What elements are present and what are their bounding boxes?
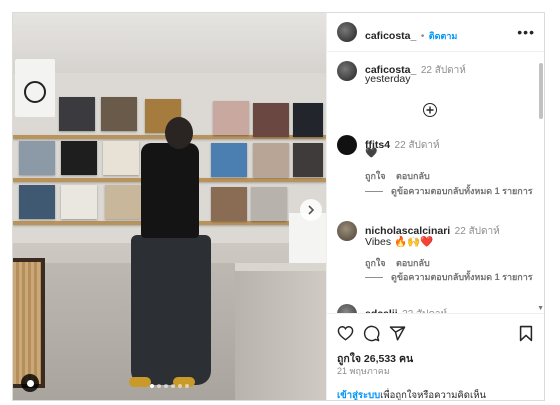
header-separator: • [420, 31, 425, 42]
next-photo-button[interactable] [300, 199, 322, 221]
comment-like-link[interactable]: ถูกใจ [365, 258, 386, 268]
tagged-users-button[interactable] [21, 374, 39, 392]
photo-speaker [15, 59, 55, 117]
post-date: 21 พฤษภาคม [337, 366, 390, 376]
scrollbar[interactable] [539, 63, 543, 119]
view-replies-label: ดูข้อความตอบกลับทั้งหมด 1 รายการ [391, 272, 533, 282]
comment-time: 22 สัปดาห์ [394, 140, 440, 151]
reply-line-icon [365, 277, 383, 279]
reply-line-icon [365, 191, 383, 193]
caption-time: 22 สัปดาห์ [420, 65, 466, 76]
caption-avatar[interactable] [337, 61, 357, 81]
photo-record [61, 141, 97, 175]
photo-person-head [165, 117, 193, 149]
post-header: caficosta_ • ติดตาม ••• [327, 13, 544, 52]
photo-record [61, 185, 97, 219]
post-photo[interactable] [13, 13, 326, 400]
comment-text: Vibes 🔥🙌❤️ [365, 236, 434, 248]
photo-record [293, 103, 323, 137]
comment-time: 22 สัปดาห์ [454, 226, 500, 237]
carousel-dots [13, 384, 326, 388]
author-username[interactable]: caficosta_ [365, 30, 416, 42]
login-prompt-text: เพื่อถูกใจหรือความคิดเห็น [380, 390, 486, 401]
photo-record [253, 103, 289, 137]
photo-record [103, 141, 139, 175]
comment-reply-link[interactable]: ตอบกลับ [396, 258, 430, 268]
photo-record [253, 143, 289, 177]
photo-sign [289, 213, 326, 267]
photo-chair [13, 258, 45, 388]
author-avatar[interactable] [337, 22, 357, 42]
more-options-icon[interactable]: ••• [517, 24, 535, 40]
heart-icon[interactable] [336, 324, 354, 342]
photo-record [211, 143, 247, 177]
photo-record [19, 141, 55, 175]
photo-record [251, 187, 287, 221]
scroll-down-icon[interactable]: ▼ [537, 305, 544, 312]
post-actions: ถูกใจ 26,533 คน 21 พฤษภาคม เข้าสู่ระบบเพ… [327, 313, 544, 401]
photo-person-torso [141, 143, 199, 238]
carousel-dot[interactable] [164, 384, 168, 388]
view-replies-link[interactable]: ดูข้อความตอบกลับทั้งหมด 1 รายการ [365, 271, 535, 284]
photo-counter [235, 271, 326, 400]
photo-person-legs [131, 235, 211, 385]
comment-avatar[interactable] [337, 135, 357, 155]
photo-record [211, 187, 247, 221]
user-icon [26, 379, 34, 387]
follow-button[interactable]: ติดตาม [429, 31, 458, 41]
photo-record [213, 101, 249, 135]
photo-record [101, 97, 137, 131]
caption-text: yesterday [365, 73, 411, 85]
carousel-dot[interactable] [185, 384, 189, 388]
plus-icon [426, 106, 434, 114]
login-prompt: เข้าสู่ระบบเพื่อถูกใจหรือความคิดเห็น [327, 388, 544, 401]
carousel-dot[interactable] [157, 384, 161, 388]
carousel-dot[interactable] [150, 384, 154, 388]
login-link[interactable]: เข้าสู่ระบบ [337, 390, 380, 400]
comment-icon[interactable] [362, 324, 380, 342]
bookmark-icon[interactable] [517, 324, 535, 342]
chevron-right-icon [308, 205, 315, 215]
comments-panel: caficosta_ • ติดตาม ••• caficosta_ 22 สั… [326, 13, 544, 401]
comment-avatar[interactable] [337, 221, 357, 241]
post-dialog: caficosta_ • ติดตาม ••• caficosta_ 22 สั… [12, 12, 545, 401]
load-more-comments-button[interactable] [423, 103, 437, 117]
photo-record [293, 143, 323, 177]
photo-ceiling [13, 13, 326, 73]
photo-record [59, 97, 95, 131]
comment-like-link[interactable]: ถูกใจ [365, 171, 386, 181]
comment-text: 🖤 [365, 148, 378, 159]
photo-record [105, 185, 141, 219]
send-icon[interactable] [388, 324, 406, 342]
comment-reply-link[interactable]: ตอบกลับ [396, 171, 430, 181]
carousel-dot[interactable] [171, 384, 175, 388]
carousel-dot[interactable] [178, 384, 182, 388]
view-replies-link[interactable]: ดูข้อความตอบกลับทั้งหมด 1 รายการ [365, 185, 535, 198]
photo-record [19, 185, 55, 219]
view-replies-label: ดูข้อความตอบกลับทั้งหมด 1 รายการ [391, 186, 533, 196]
